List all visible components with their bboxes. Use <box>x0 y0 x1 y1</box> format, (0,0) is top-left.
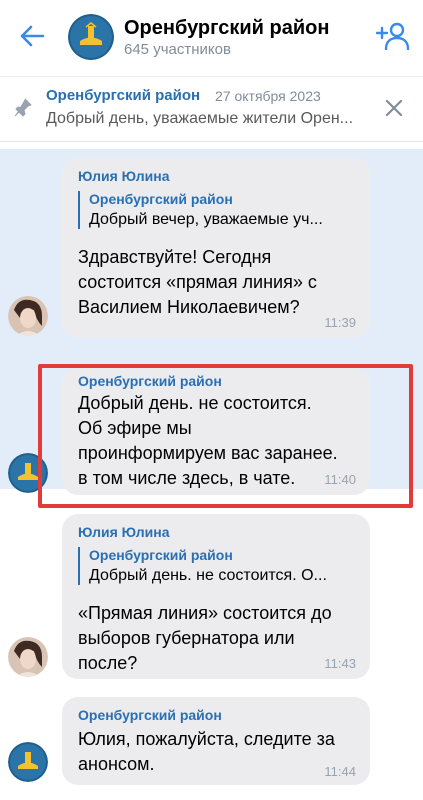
user-photo-avatar <box>8 637 48 677</box>
reply-text: Добрый вечер, уважаемые уч... <box>89 211 323 228</box>
reply-quote[interactable]: Оренбургский район Добрый вечер, уважаем… <box>78 191 344 229</box>
message-time: 11:44 <box>324 764 356 779</box>
user-avatar[interactable] <box>8 296 48 336</box>
close-icon <box>385 99 403 117</box>
message-bubble[interactable]: Юлия Юлина Оренбургский район Добрый веч… <box>62 158 370 338</box>
chat-header: Оренбургский район 645 участников <box>0 0 423 76</box>
reply-text: Добрый день. не состоится. О... <box>89 567 327 584</box>
message-bubble[interactable]: Юлия Юлина Оренбургский район Добрый ден… <box>62 514 370 679</box>
add-member-button[interactable] <box>373 18 413 54</box>
group-avatar[interactable] <box>68 14 114 60</box>
pinned-text: Добрый день, уважаемые жители Орен... <box>46 110 354 127</box>
members-count[interactable]: 645 участников <box>124 41 231 58</box>
district-logo-avatar <box>8 742 48 782</box>
reply-author: Оренбургский район <box>89 191 233 207</box>
add-user-icon <box>376 22 410 50</box>
message-author[interactable]: Оренбургский район <box>78 707 222 723</box>
user-avatar[interactable] <box>8 637 48 677</box>
message-text: Юлия, пожалуйста, следите за анонсом. <box>78 729 335 774</box>
arrow-left-icon <box>20 25 45 47</box>
message-bubble[interactable]: Оренбургский район Юлия, пожалуйста, сле… <box>62 697 370 785</box>
annotation-highlight-frame <box>38 364 413 508</box>
reply-quote[interactable]: Оренбургский район Добрый день. не состо… <box>78 547 354 585</box>
group-message-avatar[interactable] <box>8 742 48 782</box>
message-text: «Прямая линия» состоится до выборов губе… <box>78 603 332 673</box>
user-photo-avatar <box>8 296 48 336</box>
message-time: 11:39 <box>324 315 356 330</box>
back-button[interactable] <box>14 18 50 54</box>
pin-icon <box>14 98 32 117</box>
pinned-message-bar[interactable]: Оренбургский район 27 октября 2023 Добры… <box>0 76 423 142</box>
message-author[interactable]: Юлия Юлина <box>78 168 169 184</box>
pinned-date: 27 октября 2023 <box>215 88 321 104</box>
message-list[interactable]: Юлия Юлина Оренбургский район Добрый веч… <box>0 141 423 800</box>
unpin-close-button[interactable] <box>383 97 405 119</box>
message-text: Здравствуйте! Сегодня состоится «прямая … <box>78 247 317 317</box>
pinned-author: Оренбургский район <box>46 87 201 104</box>
district-logo-icon <box>68 14 114 60</box>
reply-author: Оренбургский район <box>89 547 233 563</box>
message-time: 11:43 <box>324 656 356 671</box>
chat-title: Оренбургский район <box>124 17 330 39</box>
message-author[interactable]: Юлия Юлина <box>78 524 169 540</box>
